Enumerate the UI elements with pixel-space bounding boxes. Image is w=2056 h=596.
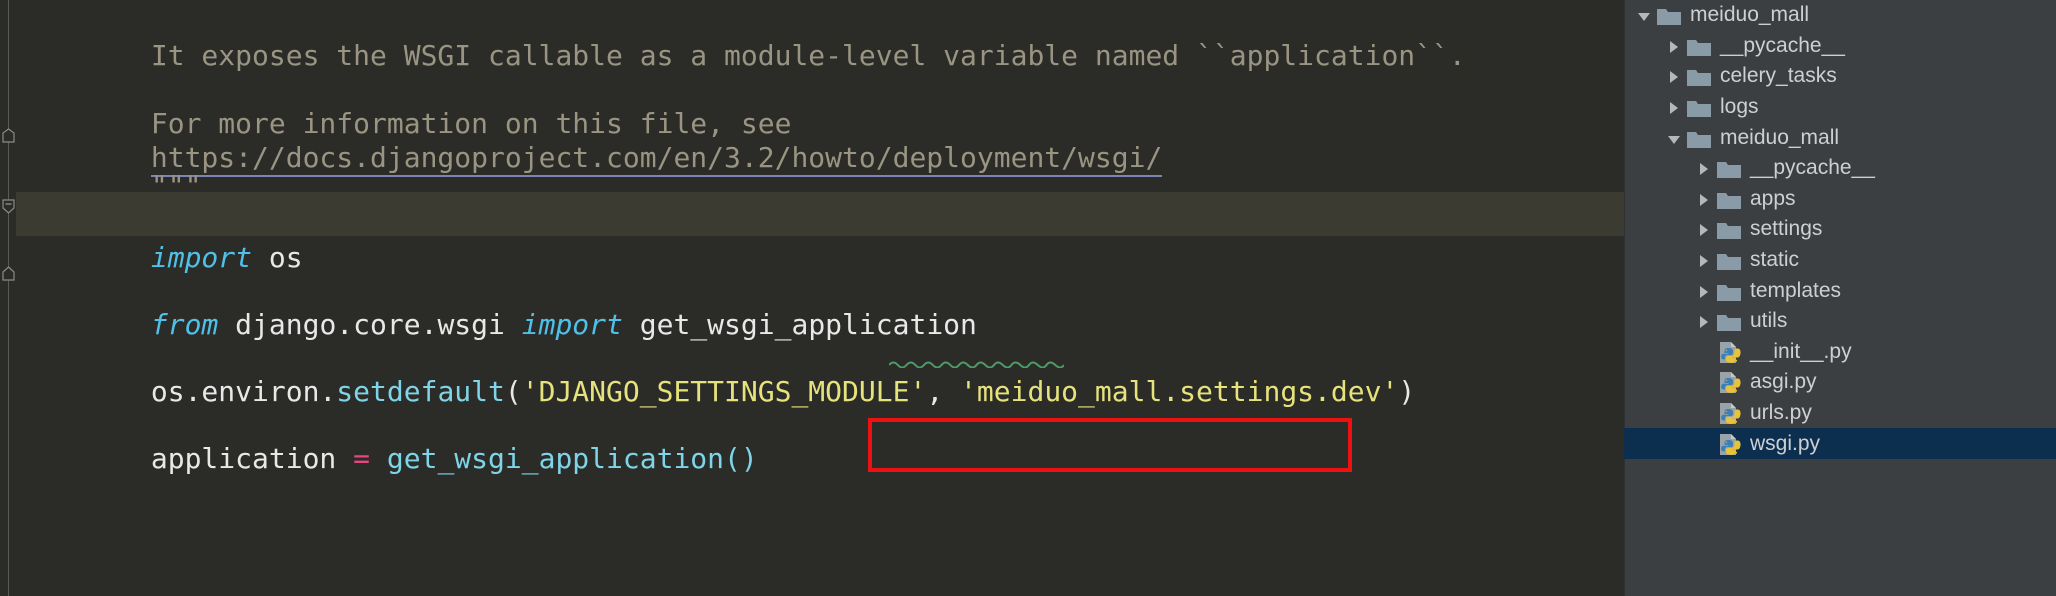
chevron-down-icon[interactable] [1634,0,1656,30]
code-line-11-setdefault: os.environ.setdefault('DJANGO_SETTINGS_M… [16,326,1415,408]
folder-icon [1656,0,1682,30]
tree-row[interactable]: wsgi.py [1624,428,2056,459]
tree-row[interactable]: celery_tasks [1624,61,2056,92]
tree-item-label: settings [1750,217,1823,241]
folder-icon [1716,306,1742,336]
tree-row[interactable]: settings [1624,214,2056,245]
tree-row[interactable]: meiduo_mall [1624,122,2056,153]
chevron-right-icon[interactable] [1664,61,1686,91]
tree-row[interactable]: __pycache__ [1624,31,2056,62]
tree-item-label: asgi.py [1750,370,1817,394]
tree-item-label: static [1750,248,1800,272]
chevron-right-icon[interactable] [1694,214,1716,244]
chevron-right-icon[interactable] [1694,245,1716,275]
chevron-right-icon[interactable] [1694,306,1716,336]
code-line-1: It exposes the WSGI callable as a module… [16,0,1466,72]
tree-item-label: apps [1750,186,1796,210]
call-get-wsgi-application: get_wsgi_application() [386,442,758,475]
code-line-13-assign: application = get_wsgi_application() [16,393,758,475]
tree-item-label: templates [1750,278,1842,302]
tree-row[interactable]: apps [1624,184,2056,215]
green-squiggle-underline [889,361,1064,368]
tree-item-label: meiduo_mall [1690,3,1810,27]
python-file-icon [1716,367,1742,397]
chevron-right-icon[interactable] [1694,276,1716,306]
folder-icon [1716,153,1742,183]
tree-row[interactable]: static [1624,245,2056,276]
arg-comma: , [926,375,961,408]
tree-row[interactable]: __init__.py [1624,337,2056,368]
ide-window: It exposes the WSGI callable as a module… [0,0,2056,596]
folder-icon [1686,123,1712,153]
python-file-icon [1716,337,1742,367]
python-file-icon [1716,429,1742,459]
python-file-icon [1716,398,1742,428]
code-lines: It exposes the WSGI callable as a module… [0,0,1624,596]
tree-item-label: celery_tasks [1720,64,1837,88]
close-paren: ) [1398,375,1416,408]
django-docs-link[interactable]: https://docs.djangoproject.com/en/3.2/ho… [150,141,1163,177]
project-file-tree: meiduo_mall __pycache__ celery_taskslogs me… [1624,0,2056,459]
chevron-right-icon[interactable] [1664,92,1686,122]
tree-row[interactable]: logs [1624,92,2056,123]
code-line-5: """ [16,120,202,202]
string-meiduo-mall-settings-dev: 'meiduo_mall.settings.dev' [960,375,1399,408]
tree-item-label: meiduo_mall [1720,125,1840,149]
chevron-right-icon[interactable] [1664,31,1686,61]
tree-row[interactable]: templates [1624,275,2056,306]
tree-item-label: __init__.py [1750,339,1852,363]
chevron-down-icon[interactable] [1664,123,1686,153]
folder-icon [1686,92,1712,122]
tree-row[interactable]: urls.py [1624,398,2056,429]
tree-row[interactable]: asgi.py [1624,367,2056,398]
code-line-7-import-os: import os [16,192,303,274]
variable-application: application [150,442,337,475]
code-line-9-from-import: from django.core.wsgi import get_wsgi_ap… [16,259,977,341]
tree-item-label: __pycache__ [1720,33,1845,57]
tree-item-label: urls.py [1750,401,1812,425]
tree-item-label: utils [1750,309,1788,333]
tree-row[interactable]: utils [1624,306,2056,337]
code-editor[interactable]: It exposes the WSGI callable as a module… [0,0,1624,596]
chevron-right-icon[interactable] [1694,184,1716,214]
folder-icon [1716,245,1742,275]
folder-icon [1716,214,1742,244]
chevron-right-icon[interactable] [1694,153,1716,183]
tree-item-label: __pycache__ [1750,156,1875,180]
tree-row[interactable]: __pycache__ [1624,153,2056,184]
folder-icon [1716,184,1742,214]
tree-item-label: wsgi.py [1750,431,1821,455]
folder-icon [1716,276,1742,306]
assignment-operator: = [336,442,387,475]
folder-icon [1686,31,1712,61]
project-tree-panel[interactable]: meiduo_mall __pycache__ celery_taskslogs me… [1624,0,2056,596]
folder-icon [1686,61,1712,91]
tree-item-label: logs [1720,95,1759,119]
tree-row[interactable]: meiduo_mall [1624,0,2056,31]
